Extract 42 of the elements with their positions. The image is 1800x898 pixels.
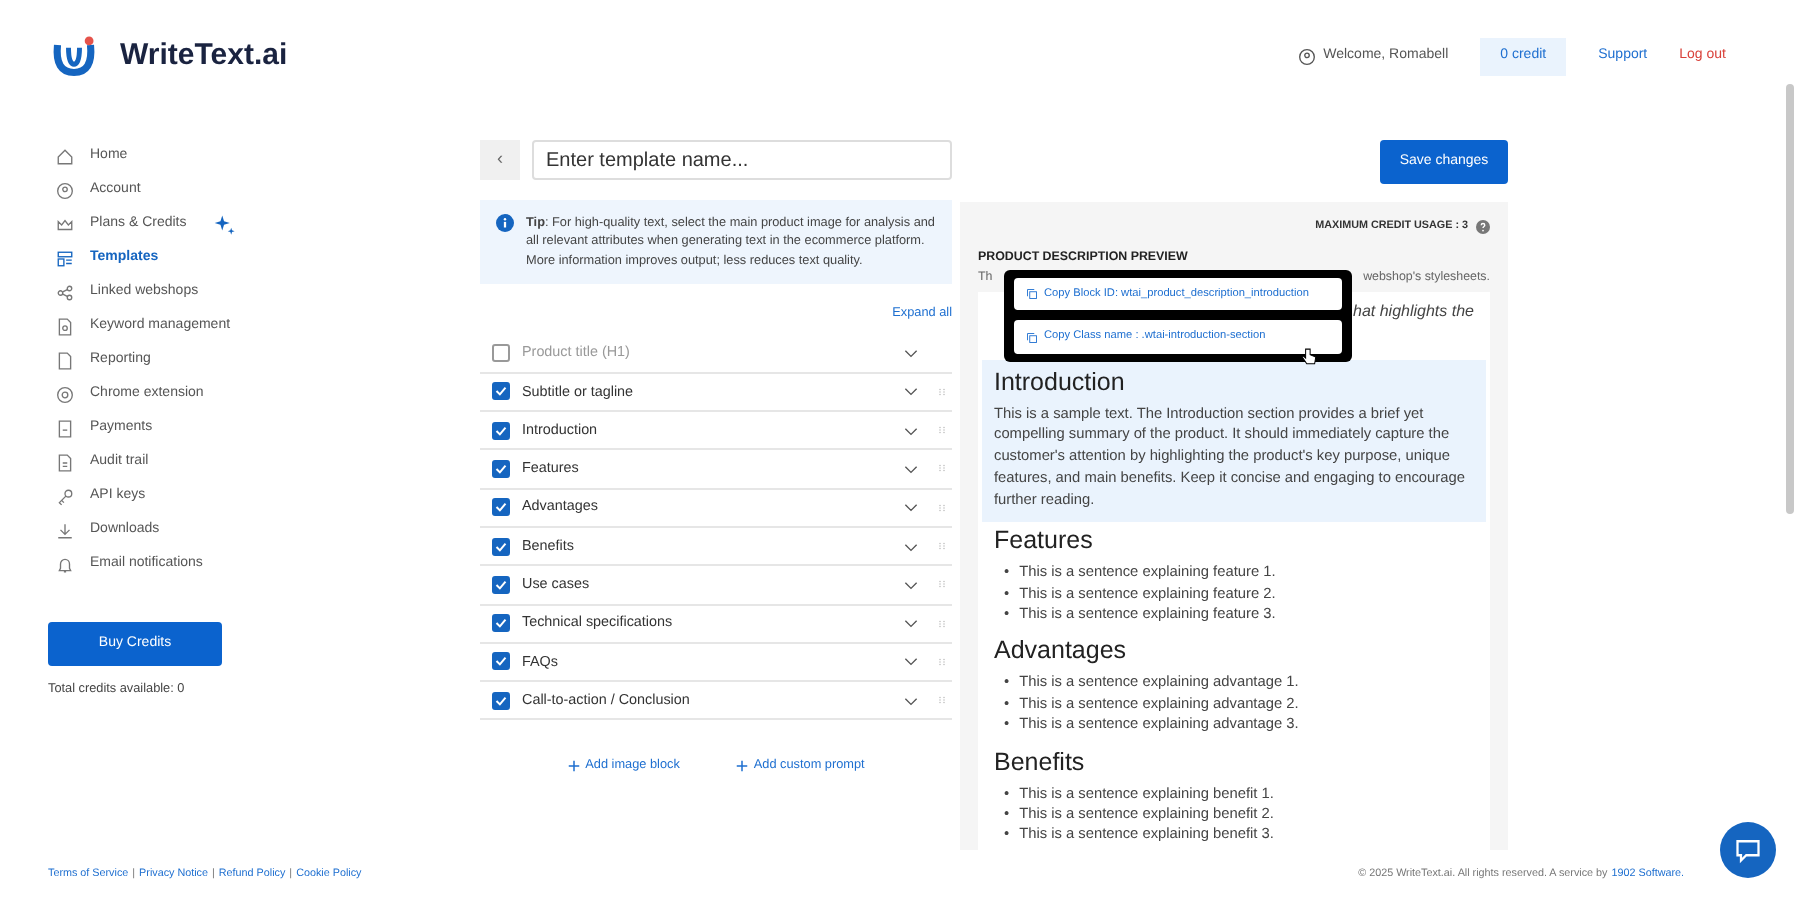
bell-icon (56, 556, 74, 574)
checkbox[interactable] (492, 537, 510, 556)
checkbox[interactable] (492, 691, 510, 710)
template-name-field[interactable]: Enter template name... (532, 140, 952, 180)
checkbox[interactable] (492, 459, 510, 478)
document-search-icon (56, 318, 74, 336)
receipt-icon (56, 420, 74, 438)
info-icon (496, 214, 514, 232)
user-icon (1297, 47, 1316, 65)
house-icon (56, 148, 74, 166)
back-button[interactable]: ‹ (480, 140, 520, 180)
globe-icon (56, 386, 74, 404)
brand-name: WriteText.ai (120, 35, 288, 76)
checkbox[interactable] (492, 421, 510, 440)
layout-icon (56, 250, 74, 268)
copy-icon (1026, 288, 1038, 301)
key-icon (56, 488, 74, 506)
section-heading: Benefits (994, 747, 1087, 778)
plus-icon (567, 760, 580, 773)
plus-icon (735, 760, 748, 773)
help-icon (1476, 219, 1490, 234)
section-heading: Introduction (994, 367, 1127, 398)
section-heading: Features (994, 526, 1095, 557)
checkbox[interactable] (492, 575, 510, 594)
chat-button[interactable] (1720, 822, 1776, 878)
checkbox[interactable] (492, 614, 510, 633)
file-icon (56, 454, 74, 472)
copy-icon (1026, 331, 1038, 344)
tagline-text: hat highlights the (1351, 299, 1474, 324)
section-heading: Advantages (994, 636, 1129, 667)
logo-icon (48, 34, 100, 78)
checkbox[interactable] (492, 344, 510, 363)
document-icon (56, 352, 74, 370)
share-icon (56, 284, 74, 302)
scrollbar[interactable] (1786, 84, 1794, 514)
checkbox[interactable] (492, 652, 510, 671)
download-icon (56, 522, 74, 540)
checkbox[interactable] (492, 382, 510, 401)
checkbox[interactable] (492, 498, 510, 517)
person-icon (56, 182, 74, 200)
chat-icon (1734, 836, 1762, 864)
crown-icon (56, 216, 74, 234)
